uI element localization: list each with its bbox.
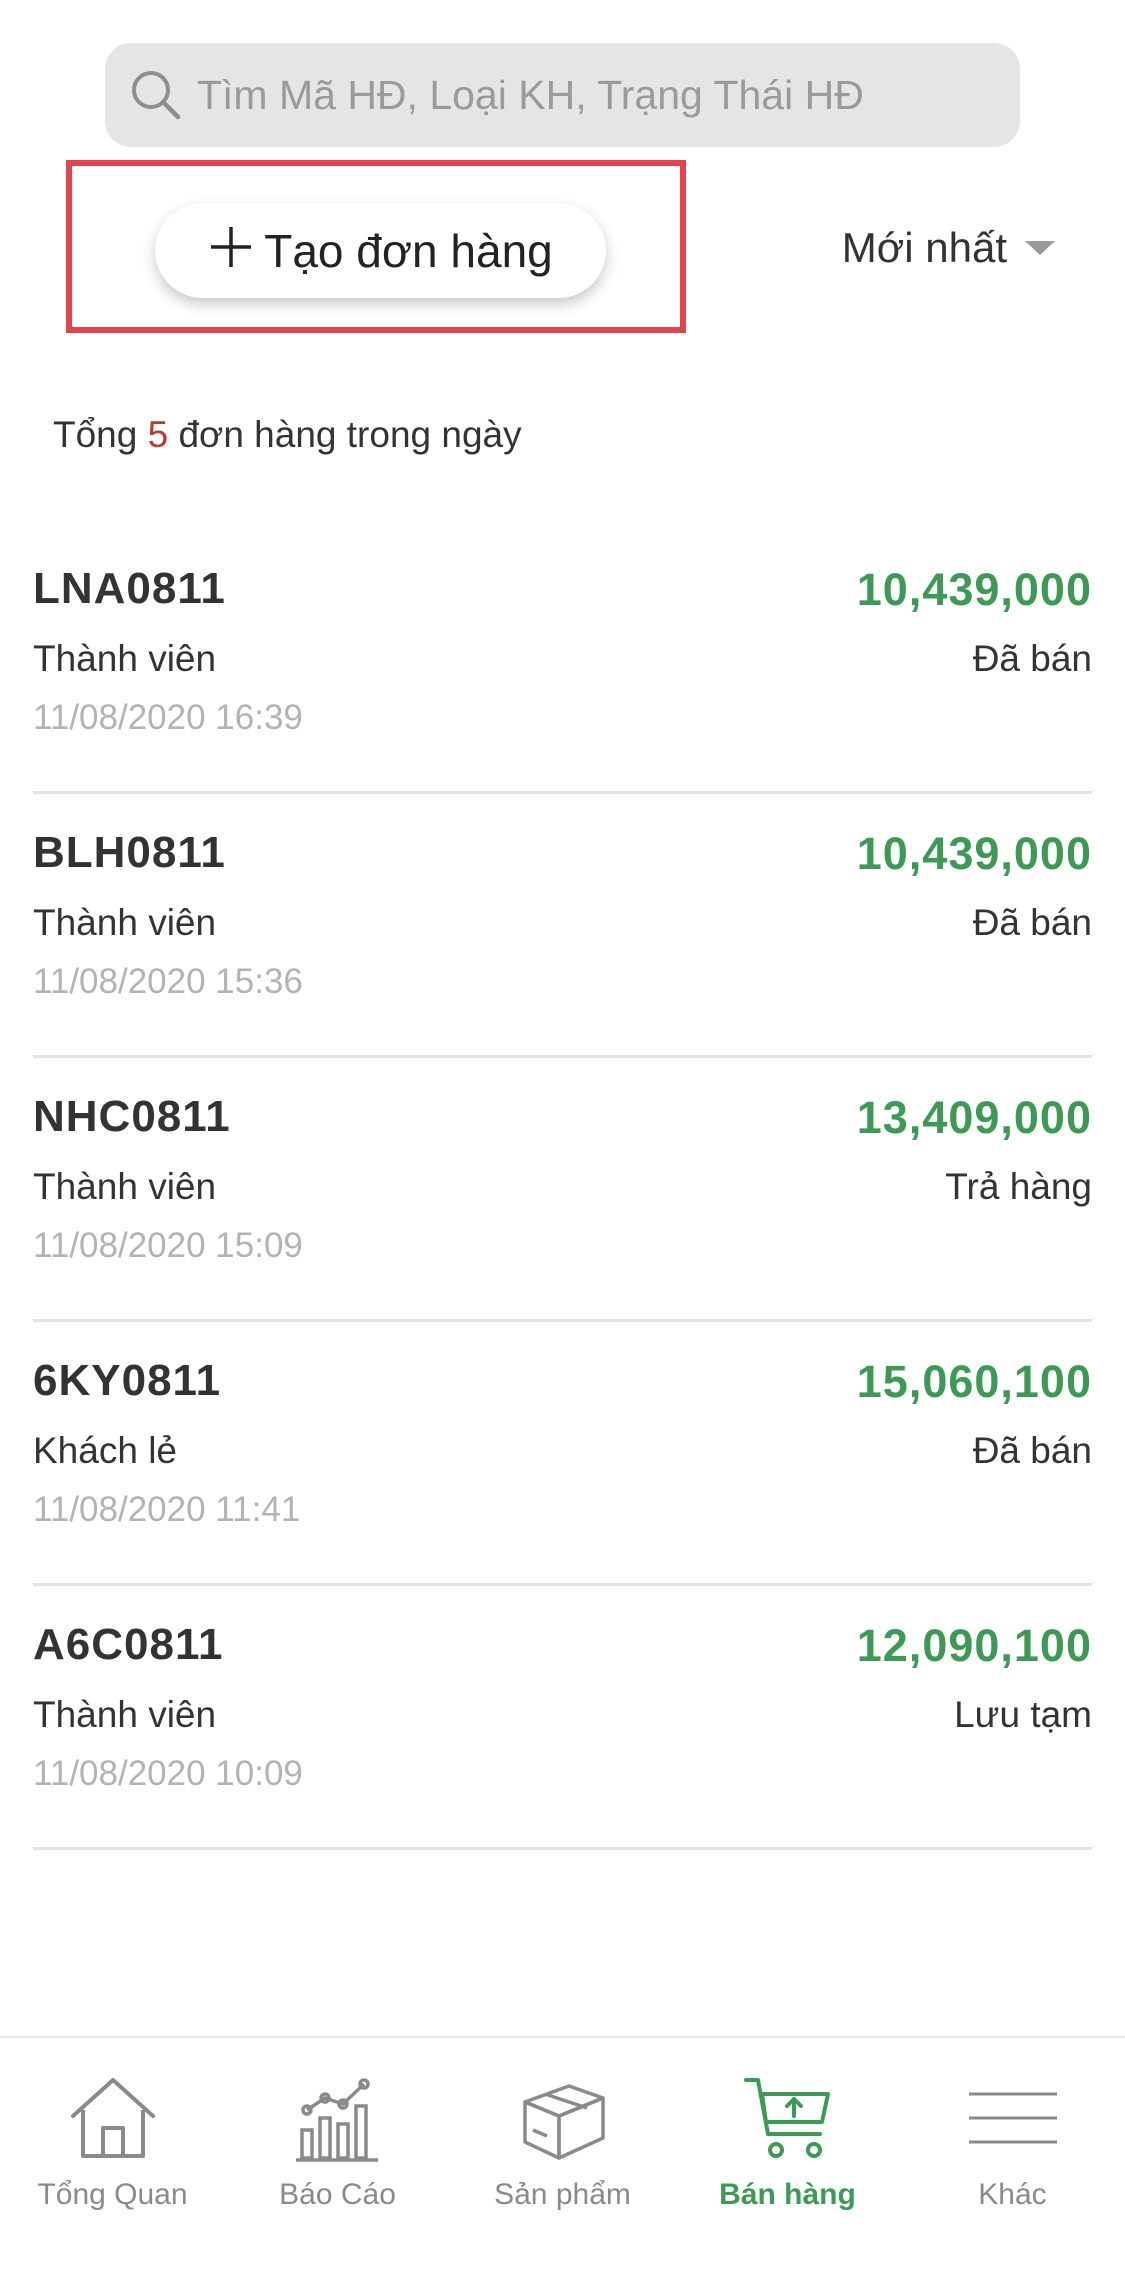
box-icon [513,2068,613,2168]
cart-icon [738,2068,838,2168]
search-icon [127,66,185,124]
page: Tạo đơn hàng Mới nhất Tổng 5 đơn hàng tr… [0,0,1125,2280]
nav-item-more[interactable]: Khác [900,2038,1125,2280]
order-summary: Tổng 5 đơn hàng trong ngày [53,414,522,456]
chevron-down-icon [1025,241,1055,255]
order-status: Đã bán [972,638,1092,679]
order-time: 11/08/2020 10:09 [33,1754,303,1793]
order-code: BLH0811 [33,828,226,877]
order-time: 11/08/2020 11:41 [33,1490,301,1529]
menu-icon [963,2068,1063,2168]
order-code: NHC0811 [33,1092,231,1141]
chart-icon [288,2068,388,2168]
list-item[interactable]: NHC0811 Thành viên 11/08/2020 15:09 13,4… [33,1058,1092,1322]
nav-label-report: Báo Cáo [279,2178,396,2211]
order-amount: 12,090,100 [856,1620,1092,1671]
order-amount: 13,409,000 [856,1092,1092,1143]
nav-label-more: Khác [978,2178,1047,2211]
plus-icon [208,222,254,280]
sort-label: Mới nhất [841,224,1007,271]
order-status: Đã bán [972,1430,1092,1471]
customer-type: Thành viên [33,1694,217,1735]
summary-prefix: Tổng [53,414,148,455]
list-item[interactable]: BLH0811 Thành viên 11/08/2020 15:36 10,4… [33,794,1092,1058]
nav-item-overview[interactable]: Tổng Quan [0,2038,225,2280]
order-list: LNA0811 Thành viên 11/08/2020 16:39 10,4… [33,530,1092,1850]
create-order-label: Tạo đơn hàng [264,224,553,277]
sort-dropdown[interactable]: Mới nhất [842,224,1055,272]
order-status: Đã bán [972,902,1092,943]
nav-item-products[interactable]: Sản phẩm [450,2038,675,2280]
order-code: 6KY0811 [33,1356,222,1405]
customer-type: Khách lẻ [33,1430,177,1471]
list-item[interactable]: LNA0811 Thành viên 11/08/2020 16:39 10,4… [33,530,1092,794]
nav-label-products: Sản phẩm [494,2178,631,2211]
customer-type: Thành viên [33,902,217,943]
list-item[interactable]: A6C0811 Thành viên 11/08/2020 10:09 12,0… [33,1586,1092,1850]
order-amount: 10,439,000 [856,828,1092,879]
summary-count: 5 [147,414,169,455]
order-time: 11/08/2020 15:09 [33,1226,303,1265]
list-item[interactable]: 6KY0811 Khách lẻ 11/08/2020 11:41 15,060… [33,1322,1092,1586]
bottom-nav: Tổng Quan Báo Cáo Sản phẩm Bán hàng Khác [0,2036,1125,2280]
order-code: A6C0811 [33,1620,224,1669]
nav-item-report[interactable]: Báo Cáo [225,2038,450,2280]
order-amount: 15,060,100 [856,1356,1092,1407]
home-icon [63,2068,163,2168]
order-amount: 10,439,000 [856,564,1092,615]
order-code: LNA0811 [33,564,226,613]
customer-type: Thành viên [33,638,217,679]
summary-suffix: đơn hàng trong ngày [168,414,522,455]
nav-label-overview: Tổng Quan [37,2178,188,2211]
search-bar[interactable] [105,43,1020,147]
nav-label-sales: Bán hàng [719,2178,856,2211]
order-status: Lưu tạm [954,1694,1092,1735]
nav-item-sales[interactable]: Bán hàng [675,2038,900,2280]
order-time: 11/08/2020 15:36 [33,962,303,1001]
search-input[interactable] [197,71,997,119]
order-time: 11/08/2020 16:39 [33,698,303,737]
order-status: Trả hàng [945,1166,1092,1207]
customer-type: Thành viên [33,1166,217,1207]
create-order-button[interactable]: Tạo đơn hàng [155,203,606,298]
